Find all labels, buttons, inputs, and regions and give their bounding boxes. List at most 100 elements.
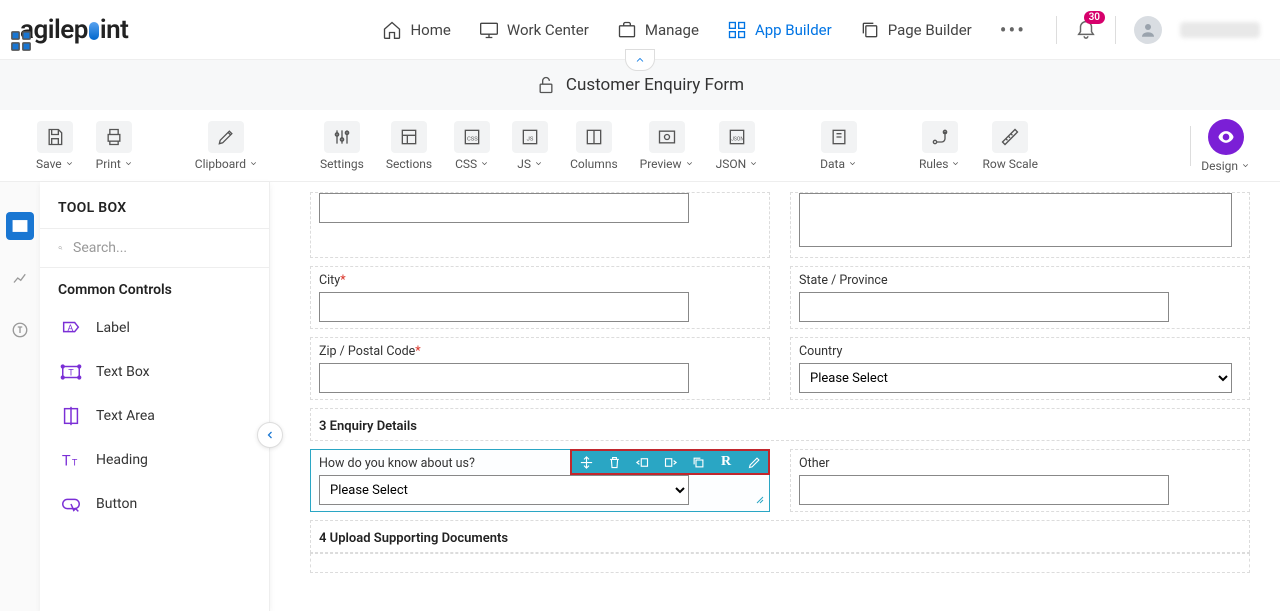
columns-button[interactable]: Columns	[564, 117, 624, 175]
city-input[interactable]	[319, 292, 689, 322]
print-button[interactable]: Print	[90, 117, 139, 175]
delete-button[interactable]	[600, 451, 628, 473]
form-header: Customer Enquiry Form	[0, 60, 1280, 110]
css-button[interactable]: CSS CSS	[448, 117, 496, 175]
nav-label: Home	[410, 21, 450, 39]
css-icon: CSS	[454, 121, 490, 153]
collapse-toolbox[interactable]	[257, 422, 283, 448]
search-input[interactable]	[73, 240, 251, 256]
sidetab-analytics[interactable]	[6, 264, 34, 292]
row-scale-button[interactable]: Row Scale	[976, 117, 1043, 175]
field-city[interactable]: City*	[310, 266, 770, 329]
section-enquiry-details: 3 Enquiry Details	[310, 408, 1250, 441]
move-handle[interactable]	[572, 451, 600, 473]
js-button[interactable]: JS JS	[506, 117, 554, 175]
form-canvas: City* State / Province Zip / Postal Code…	[270, 182, 1280, 611]
toolbox-search[interactable]	[40, 228, 269, 268]
textarea-input[interactable]	[799, 193, 1232, 247]
field-container[interactable]	[310, 192, 770, 258]
svg-text:JS: JS	[527, 136, 534, 142]
sidetab-text[interactable]	[6, 316, 34, 344]
nav-work-center[interactable]: Work Center	[479, 20, 589, 40]
field-label: Zip / Postal Code*	[319, 344, 761, 359]
side-tabs	[0, 182, 40, 611]
divider	[1056, 16, 1057, 44]
more-menu[interactable]: •••	[1000, 18, 1026, 42]
sidetab-toolbox[interactable]	[6, 212, 34, 240]
toolbox-item-button[interactable]: Button	[40, 482, 269, 526]
insert-right-button[interactable]	[656, 451, 684, 473]
nav-label: App Builder	[755, 21, 832, 39]
collapse-header[interactable]	[625, 49, 655, 71]
save-button[interactable]: Save	[30, 117, 80, 175]
field-zip[interactable]: Zip / Postal Code*	[310, 337, 770, 400]
resize-handle[interactable]	[753, 493, 765, 509]
username	[1180, 22, 1260, 38]
state-input[interactable]	[799, 292, 1169, 322]
text-input[interactable]	[319, 193, 689, 223]
field-action-toolbar: R	[570, 449, 770, 475]
app-switcher[interactable]	[10, 30, 32, 56]
insert-left-button[interactable]	[628, 451, 656, 473]
label-icon: A	[58, 316, 84, 340]
nav-app-builder[interactable]: App Builder	[727, 20, 832, 40]
sections-button[interactable]: Sections	[380, 117, 438, 175]
textarea-icon	[58, 404, 84, 428]
svg-text:T: T	[62, 452, 71, 470]
svg-text:T: T	[68, 369, 74, 379]
toolbox-item-textarea[interactable]: Text Area	[40, 394, 269, 438]
field-container[interactable]	[790, 192, 1250, 258]
field-label: Other	[799, 456, 1241, 471]
briefcase-icon	[617, 20, 637, 40]
data-icon	[821, 121, 857, 153]
columns-icon	[576, 121, 612, 153]
toolbox-item-label[interactable]: A Label	[40, 306, 269, 350]
form-title: Customer Enquiry Form	[566, 75, 744, 95]
toolbox-item-heading[interactable]: TT Heading	[40, 438, 269, 482]
copy-button[interactable]	[684, 451, 712, 473]
toolbox-item-textbox[interactable]: T Text Box	[40, 350, 269, 394]
user-avatar[interactable]	[1134, 16, 1162, 44]
other-input[interactable]	[799, 475, 1169, 505]
field-country[interactable]: Country Please Select	[790, 337, 1250, 400]
edit-field-button[interactable]	[740, 451, 768, 473]
rules-button[interactable]: Rules	[913, 117, 966, 175]
how-know-select[interactable]: Please Select	[319, 475, 689, 505]
toolbox-section-title: Common Controls	[40, 268, 269, 306]
ruler-icon	[992, 121, 1028, 153]
sliders-icon	[324, 121, 360, 153]
nav-manage[interactable]: Manage	[617, 20, 699, 40]
notification-badge: 30	[1084, 11, 1105, 24]
design-mode-button[interactable]	[1208, 119, 1244, 155]
field-how-know-selected[interactable]: R How do you know about us? Please Selec…	[310, 449, 770, 512]
toolbox-title: TOOL BOX	[40, 182, 269, 228]
section-upload-documents: 4 Upload Supporting Documents	[310, 520, 1250, 553]
divider	[1115, 16, 1116, 44]
nav-label: Manage	[645, 21, 699, 39]
field-state[interactable]: State / Province	[790, 266, 1250, 329]
svg-text:CSS: CSS	[467, 136, 478, 142]
rules-field-button[interactable]: R	[712, 451, 740, 473]
field-label: Country	[799, 344, 1241, 359]
field-label: State / Province	[799, 273, 1241, 288]
field-label: City*	[319, 273, 761, 288]
field-container[interactable]	[310, 553, 1250, 573]
settings-button[interactable]: Settings	[314, 117, 370, 175]
preview-button[interactable]: Preview	[634, 117, 700, 175]
nav-home[interactable]: Home	[382, 20, 450, 40]
sections-icon	[391, 121, 427, 153]
notifications-button[interactable]: 30	[1075, 17, 1097, 43]
lock-open-icon	[536, 75, 556, 95]
field-other[interactable]: Other	[790, 449, 1250, 512]
nav-label: Page Builder	[888, 21, 972, 39]
nav-page-builder[interactable]: Page Builder	[860, 20, 972, 40]
data-button[interactable]: Data	[814, 117, 863, 175]
zip-input[interactable]	[319, 363, 689, 393]
print-icon	[96, 121, 132, 153]
logo: agilepint	[20, 15, 128, 45]
country-select[interactable]: Please Select	[799, 363, 1232, 393]
json-icon: JSON	[719, 121, 755, 153]
apps-icon	[727, 20, 747, 40]
json-button[interactable]: JSON JSON	[710, 117, 765, 175]
clipboard-button[interactable]: Clipboard	[189, 117, 264, 175]
